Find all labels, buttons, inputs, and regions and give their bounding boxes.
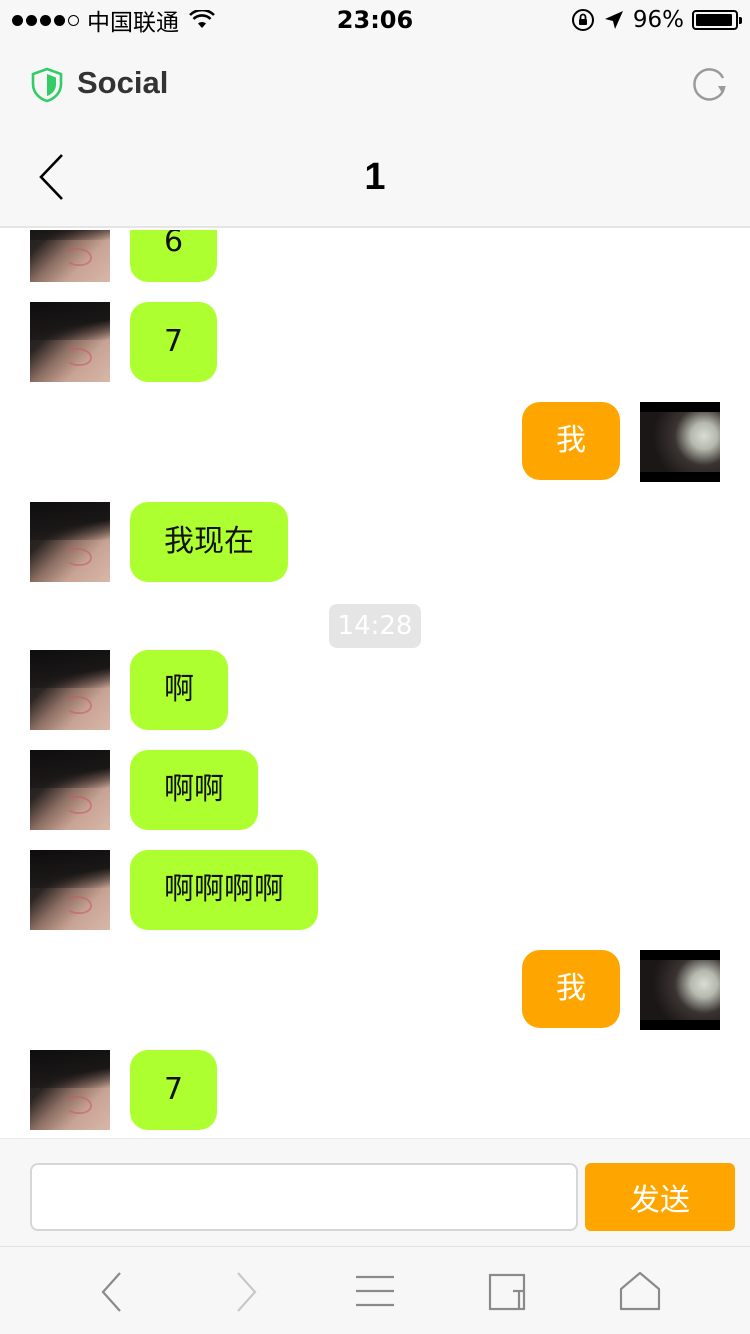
contact-avatar[interactable] bbox=[30, 230, 110, 282]
message-bubble: 我 bbox=[522, 950, 620, 1028]
message-incoming: 啊啊啊啊 bbox=[0, 850, 750, 930]
chat-title: 1 bbox=[364, 156, 386, 198]
contact-avatar[interactable] bbox=[30, 750, 110, 830]
message-bubble: 7 bbox=[130, 1050, 218, 1130]
contact-avatar[interactable] bbox=[30, 650, 110, 730]
location-arrow-icon bbox=[604, 11, 623, 29]
message-incoming: 6 bbox=[0, 230, 750, 282]
battery-percent: 96% bbox=[632, 7, 684, 33]
message-composer: 发送 bbox=[0, 1138, 750, 1246]
message-bubble: 6 bbox=[130, 230, 218, 282]
message-bubble: 我 bbox=[522, 402, 620, 480]
message-bubble: 啊啊 bbox=[130, 750, 258, 830]
app-header: Social bbox=[0, 40, 750, 130]
message-bubble: 我现在 bbox=[130, 502, 288, 582]
screen: 中国联通 23:06 96% Social 1 6 7 我 我现在 14:28 … bbox=[0, 0, 750, 1334]
tabs-icon[interactable] bbox=[485, 1269, 531, 1315]
back-arrow-icon[interactable] bbox=[90, 1269, 136, 1315]
nav-bar: 1 bbox=[0, 130, 750, 228]
message-incoming: 啊啊 bbox=[0, 750, 750, 830]
message-incoming: 我现在 bbox=[0, 502, 750, 582]
contact-avatar[interactable] bbox=[30, 1050, 110, 1130]
message-incoming: 7 bbox=[0, 302, 750, 382]
chat-messages[interactable]: 6 7 我 我现在 14:28 啊 啊啊 啊啊啊啊 我 7 bbox=[0, 230, 750, 1138]
message-bubble: 7 bbox=[130, 302, 218, 382]
message-input[interactable] bbox=[30, 1163, 578, 1231]
user-avatar[interactable] bbox=[640, 402, 720, 482]
browser-toolbar bbox=[0, 1246, 750, 1334]
message-outgoing: 我 bbox=[0, 950, 750, 1030]
reload-icon[interactable] bbox=[690, 64, 730, 104]
contact-avatar[interactable] bbox=[30, 302, 110, 382]
message-incoming: 7 bbox=[0, 1050, 750, 1130]
message-incoming: 啊 bbox=[0, 650, 750, 730]
shield-icon bbox=[31, 67, 63, 103]
menu-icon[interactable] bbox=[352, 1269, 398, 1315]
message-bubble: 啊啊啊啊 bbox=[130, 850, 318, 930]
app-title: Social bbox=[77, 65, 169, 100]
message-outgoing: 我 bbox=[0, 402, 750, 482]
message-bubble: 啊 bbox=[130, 650, 228, 730]
user-avatar[interactable] bbox=[640, 950, 720, 1030]
status-bar: 中国联通 23:06 96% bbox=[0, 0, 750, 40]
message-timestamp: 14:28 bbox=[329, 604, 421, 648]
battery-level bbox=[696, 14, 733, 26]
status-right: 96% bbox=[571, 6, 742, 34]
contact-avatar[interactable] bbox=[30, 850, 110, 930]
home-icon[interactable] bbox=[617, 1269, 663, 1315]
forward-arrow-icon[interactable] bbox=[222, 1269, 268, 1315]
rotation-lock-icon bbox=[571, 9, 594, 31]
battery-icon bbox=[692, 10, 742, 30]
send-button[interactable]: 发送 bbox=[585, 1163, 735, 1231]
contact-avatar[interactable] bbox=[30, 502, 110, 582]
